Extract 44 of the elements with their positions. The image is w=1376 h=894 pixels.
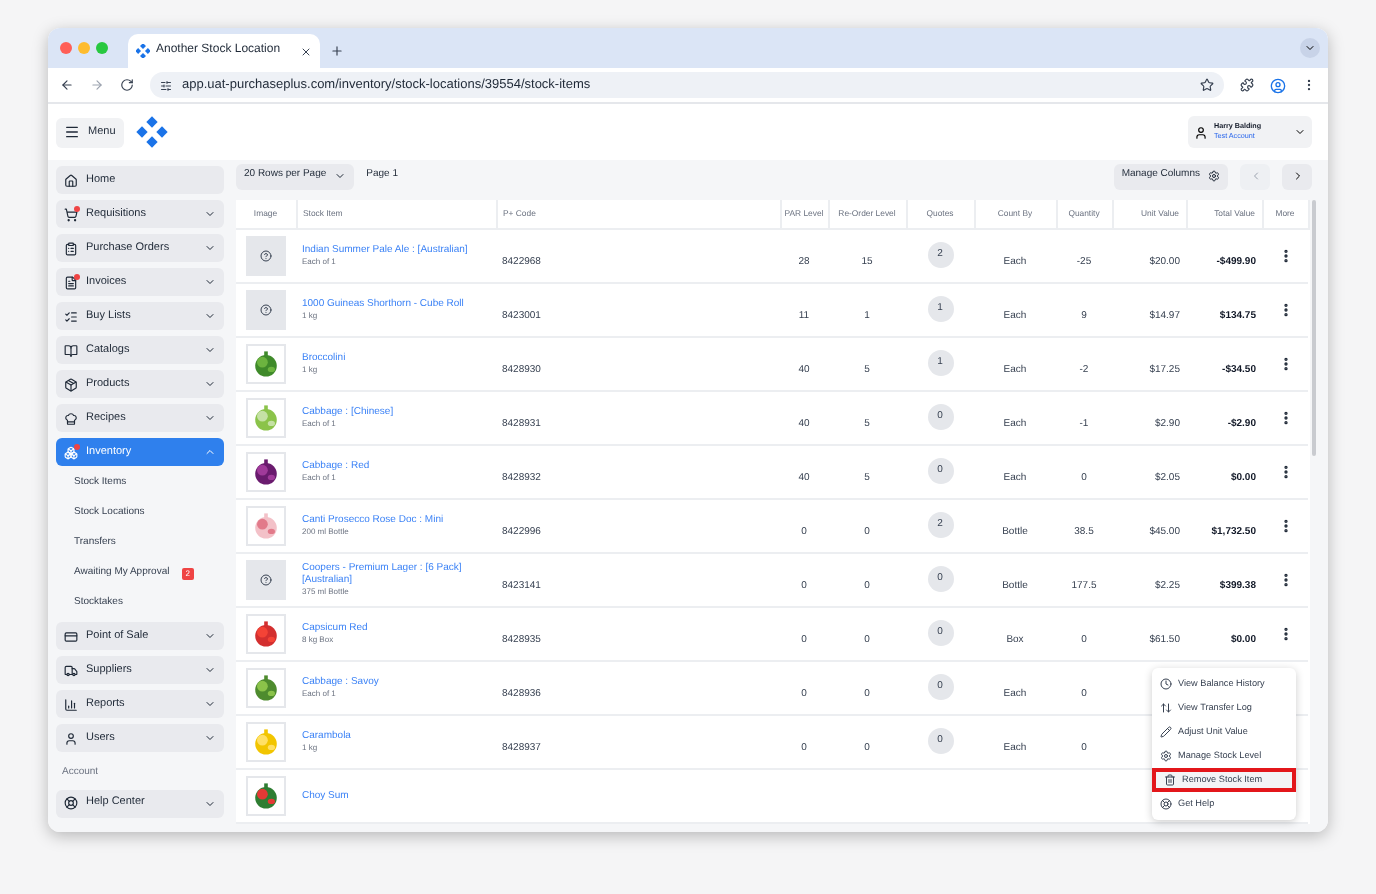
checklist-icon bbox=[64, 309, 78, 323]
chevron-right-icon bbox=[1291, 170, 1303, 182]
logo-icon bbox=[136, 44, 150, 58]
new-tab-icon[interactable] bbox=[330, 44, 344, 58]
chevron-down-icon bbox=[1294, 126, 1306, 138]
pencil-icon bbox=[1160, 726, 1172, 738]
chevron-left-icon bbox=[1249, 170, 1261, 182]
book-icon bbox=[64, 343, 78, 357]
up-down-arrows-icon bbox=[1160, 702, 1172, 714]
boxes-icon bbox=[64, 445, 78, 459]
trash-icon bbox=[1164, 774, 1176, 786]
profile-icon[interactable] bbox=[1270, 77, 1286, 93]
user-icon bbox=[64, 731, 78, 745]
bar-chart-icon bbox=[64, 697, 78, 711]
gear-icon bbox=[1160, 750, 1172, 762]
hamburger-icon bbox=[64, 124, 80, 140]
truck-icon bbox=[64, 663, 78, 677]
document-icon bbox=[64, 275, 78, 289]
logo-icon bbox=[135, 116, 168, 148]
bookmark-star-icon[interactable] bbox=[1200, 78, 1214, 92]
tab-list-button[interactable] bbox=[1300, 38, 1320, 58]
close-tab-icon[interactable] bbox=[300, 45, 312, 57]
browser-menu-icon[interactable] bbox=[1302, 78, 1316, 92]
lifebuoy-icon bbox=[64, 796, 78, 810]
chevron-down-icon bbox=[334, 170, 347, 182]
back-icon[interactable] bbox=[60, 78, 74, 92]
clipboard-icon bbox=[64, 241, 78, 255]
chevron-down-icon bbox=[1304, 42, 1316, 54]
lifebuoy-icon bbox=[1160, 798, 1172, 810]
house-icon bbox=[64, 173, 78, 187]
card-icon bbox=[64, 629, 78, 643]
cart-icon bbox=[64, 207, 78, 221]
extensions-icon[interactable] bbox=[1240, 78, 1254, 92]
site-settings-icon bbox=[160, 79, 172, 91]
question-icon bbox=[260, 573, 272, 585]
user-icon bbox=[1194, 125, 1208, 139]
box-icon bbox=[64, 377, 78, 391]
question-icon bbox=[260, 303, 272, 315]
question-icon bbox=[260, 249, 272, 261]
gear-icon bbox=[1208, 170, 1220, 182]
chef-hat-icon bbox=[64, 411, 78, 425]
reload-icon[interactable] bbox=[120, 78, 134, 92]
scrollbar[interactable] bbox=[1311, 200, 1316, 456]
clock-icon bbox=[1160, 678, 1172, 690]
